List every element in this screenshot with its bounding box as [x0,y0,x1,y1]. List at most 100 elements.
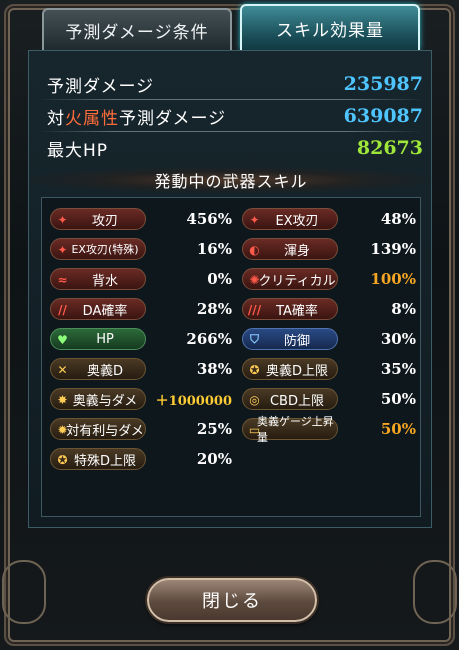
skill-value: 100% [370,270,416,288]
skill-row: ✕ 奥義D 38% [50,354,232,384]
skill-name: 攻刃 [91,213,118,229]
cross-swords-icon: ✕ [57,362,68,377]
skill-name-pill: ◐ 渾身 [242,238,338,260]
skill-name: 防御 [283,333,310,349]
skill-name: クリティカル [258,273,336,289]
wave-icon: ≈ [57,272,68,287]
star-icon: ✪ [57,452,68,467]
skill-row: /// TA確率 8% [242,294,416,324]
skill-name: EX攻刃 [275,213,319,229]
skill-name-pill: ≈ 背水 [50,268,146,290]
skill-row: ◐ 渾身 139% [242,234,416,264]
skill-name: 奥義D [86,363,123,379]
skill-row: ✦ 攻刃 456% [50,204,232,234]
skill-value: 456% [186,210,232,228]
skill-name-pill: /// TA確率 [242,298,338,320]
tab-skill-effects-label: スキル効果量 [276,20,384,41]
skill-value: 35% [380,360,416,378]
skill-name: 奥義ゲージ上昇量 [257,415,334,444]
fire-damage-label: 対火属性予測ダメージ [47,108,227,129]
gear-icon: ✹ [57,422,68,437]
skill-value: 8% [391,300,416,318]
max-hp-value: 82673 [356,137,423,159]
divider [39,131,423,132]
skill-row: ⛉ 防御 30% [242,324,416,354]
skill-name-pill: ⛉ 防御 [242,328,338,350]
predicted-damage-value: 235987 [343,73,423,95]
fire-element-label: 火属性 [65,108,119,129]
skill-row: ≈ 背水 0% [50,264,232,294]
skill-name-pill: ▭ 奥義ゲージ上昇量 [242,415,338,444]
skill-name: 奥義与ダメ [72,393,138,409]
skill-name-pill: ✪ 特殊D上限 [50,448,146,470]
skill-value: 20% [196,450,232,468]
fire-damage-value: 639087 [343,105,423,127]
skill-value: 139% [370,240,416,258]
skill-name: 渾身 [283,243,310,259]
triple-slash-icon: /// [247,302,262,317]
skill-row: ✸ 奥義与ダメ ＋1000000 [50,384,232,414]
skill-name: HP [96,331,114,347]
skill-row: ✺ クリティカル 100% [242,264,416,294]
skill-value: 16% [196,240,232,258]
tab-damage-conditions-label: 予測ダメージ条件 [65,22,209,43]
skill-row: ✦ EX攻刃 48% [242,204,416,234]
sword-icon: ✦ [57,242,68,257]
skill-row: ✹ 対有利与ダメ 25% [50,414,232,444]
skill-value: 266% [186,330,232,348]
skill-name-pill: ◎ CBD上限 [242,388,338,410]
skill-row: ▭ 奥義ゲージ上昇量 50% [242,414,416,444]
fire-damage-row: 対火属性予測ダメージ 639087 [47,101,423,131]
skill-row: ✪ 特殊D上限 20% [50,444,232,474]
close-button[interactable]: 閉じる [147,578,317,622]
skill-value: 25% [196,420,232,438]
max-hp-label: 最大HP [47,140,109,161]
tab-damage-conditions[interactable]: 予測ダメージ条件 [42,8,232,50]
skill-value: 50% [380,390,416,408]
max-hp-row: 最大HP 82673 [47,133,423,163]
sword-icon: ✦ [57,212,68,227]
skill-value: ＋1000000 [155,393,232,409]
skill-name-pill: ✪ 奥義D上限 [242,358,338,380]
skill-name-pill: ✹ 対有利与ダメ [50,418,146,440]
double-slash-icon: // [58,302,67,317]
close-button-label: 閉じる [202,591,262,612]
skill-name-pill: ✦ 攻刃 [50,208,146,230]
tab-skill-effects[interactable]: スキル効果量 [240,4,420,50]
skill-name-pill: ✺ クリティカル [242,268,338,290]
skill-name: DA確率 [82,303,128,319]
skill-row: ◎ CBD上限 50% [242,384,416,414]
skill-value: 28% [196,300,232,318]
skill-name: 対有利与ダメ [66,423,144,439]
predicted-damage-row: 予測ダメージ 235987 [47,69,423,99]
skill-effects-panel: 予測ダメージ 235987 対火属性予測ダメージ 639087 最大HP 826… [28,50,433,528]
skill-name-pill: ♥ HP [50,328,146,350]
skill-value: 38% [196,360,232,378]
burst-icon: ✺ [249,272,260,287]
frame-ornament-right [413,560,457,624]
skill-name-pill: ✕ 奥義D [50,358,146,380]
weapon-skill-list: ✦ 攻刃 456% ✦ EX攻刃(特殊) 16% ≈ 背水 0% // DA確率 28% ♥ HP 266%… [41,197,421,517]
skill-name: CBD上限 [269,393,324,409]
skill-name: TA確率 [276,303,318,319]
section-title: 発動中の武器スキル [29,167,433,193]
skill-row: // DA確率 28% [50,294,232,324]
skill-value: 0% [207,270,232,288]
skill-value: 50% [380,420,416,438]
shield-icon: ⛉ [249,332,259,346]
skill-name: 奥義D上限 [265,363,328,379]
skill-row: ✦ EX攻刃(特殊) 16% [50,234,232,264]
skill-value: 30% [380,330,416,348]
gauge-icon: ▭ [248,422,261,437]
flex-icon: ◐ [249,242,260,257]
star-icon: ✪ [249,362,260,377]
predicted-damage-label: 予測ダメージ [47,76,155,97]
sword-icon: ✦ [249,212,260,227]
skill-row: ♥ HP 266% [50,324,232,354]
frame-ornament-left [2,560,46,624]
skill-row: ✪ 奥義D上限 35% [242,354,416,384]
ougi-icon: ✸ [57,392,68,407]
skill-name-pill: ✦ EX攻刃 [242,208,338,230]
skill-name-pill: ✸ 奥義与ダメ [50,388,146,410]
skill-name-pill: // DA確率 [50,298,146,320]
